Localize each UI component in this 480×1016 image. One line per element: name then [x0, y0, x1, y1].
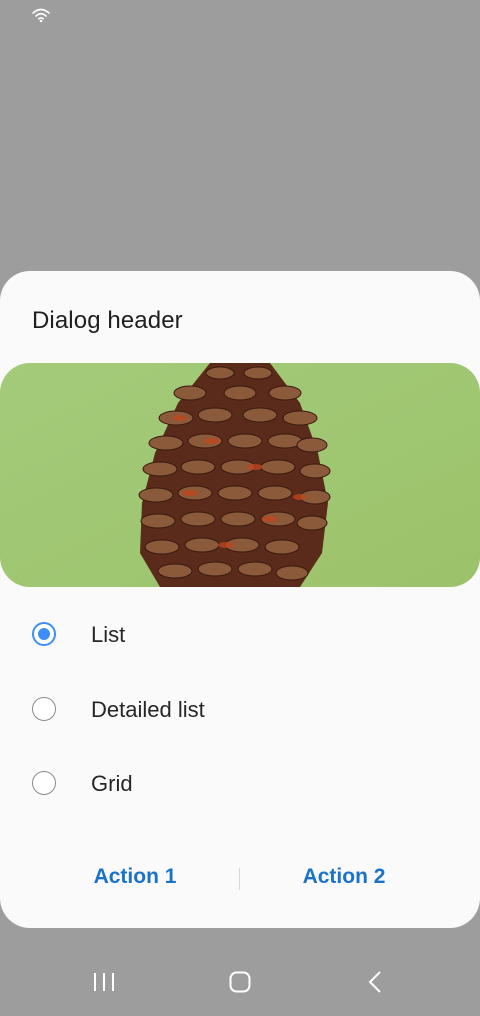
radio-unselected-icon[interactable] — [32, 771, 56, 795]
radio-unselected-icon[interactable] — [32, 697, 56, 721]
action-2-button[interactable]: Action 2 — [244, 865, 444, 889]
radio-selected-icon[interactable] — [32, 622, 56, 646]
option-label: List — [91, 622, 126, 647]
wifi-icon — [32, 8, 50, 23]
home-button[interactable] — [220, 964, 260, 1000]
action-divider — [239, 868, 240, 890]
option-label: Detailed list — [91, 697, 205, 722]
dialog: Dialog header List Detailed list Grid Ac… — [0, 271, 480, 928]
recent-apps-icon — [94, 973, 114, 991]
recent-apps-button[interactable] — [84, 964, 124, 1000]
dialog-header: Dialog header — [32, 307, 183, 334]
option-list[interactable]: List — [0, 598, 480, 672]
option-grid[interactable]: Grid — [0, 747, 480, 821]
option-detailed-list[interactable]: Detailed list — [0, 673, 480, 747]
navigation-bar — [0, 948, 480, 1016]
back-icon — [368, 971, 381, 993]
pine-cone-image — [0, 363, 480, 587]
dialog-image — [0, 363, 480, 587]
dialog-actions: Action 1 Action 2 — [0, 851, 480, 907]
option-label: Grid — [91, 771, 133, 796]
action-1-button[interactable]: Action 1 — [35, 865, 235, 889]
back-button[interactable] — [355, 964, 395, 1000]
status-bar — [0, 0, 480, 30]
home-icon — [229, 971, 251, 993]
